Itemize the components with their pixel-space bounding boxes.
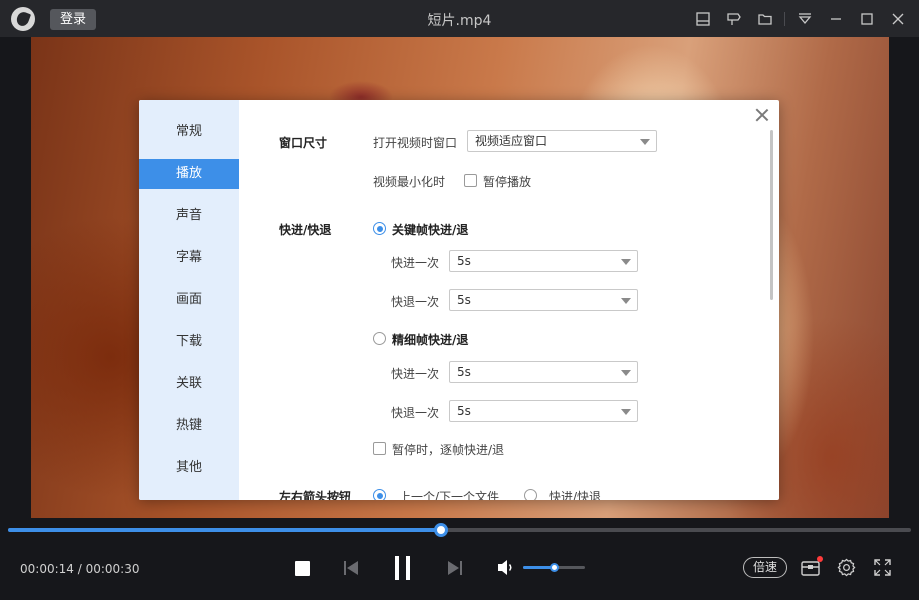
sidebar-item-hotkeys[interactable]: 热键 [139, 411, 239, 441]
fine-forward-step-label: 快进一次 [391, 365, 439, 382]
title-bar: 登录 短片.mp4 [0, 0, 919, 37]
fine-seek-radio[interactable] [373, 332, 386, 345]
menu-icon[interactable] [789, 8, 820, 30]
sidebar-item-download[interactable]: 下载 [139, 327, 239, 357]
chevron-down-icon [621, 370, 631, 376]
pause-button[interactable] [393, 555, 413, 581]
progress-handle[interactable] [434, 523, 448, 537]
fullscreen-icon [874, 559, 891, 576]
sidebar-item-general[interactable]: 常规 [139, 117, 239, 147]
time-separator: / [74, 562, 86, 576]
sidebar-item-association[interactable]: 关联 [139, 369, 239, 399]
progress-bar[interactable] [8, 528, 911, 532]
toolbox-button[interactable] [801, 559, 820, 576]
sidebar-item-playback[interactable]: 播放 [139, 159, 239, 189]
section-title-window-size: 窗口尺寸 [279, 134, 327, 151]
speed-button[interactable]: 倍速 [743, 557, 787, 578]
backward-step-label: 快退一次 [391, 293, 439, 310]
previous-icon [343, 560, 359, 576]
backward-step-value: 5s [457, 293, 471, 307]
notification-dot [817, 556, 823, 562]
arrow-seek-radio[interactable] [524, 489, 537, 500]
arrow-file-radio[interactable] [373, 489, 386, 500]
login-button[interactable]: 登录 [50, 9, 96, 30]
settings-dialog: 常规 播放 声音 字幕 画面 下载 关联 热键 其他 窗口尺寸 打开视频时窗口 … [139, 100, 779, 500]
time-display: 00:00:14 / 00:00:30 [20, 562, 139, 576]
chevron-down-icon [621, 298, 631, 304]
forward-step-label: 快进一次 [391, 254, 439, 271]
fine-forward-step-select[interactable]: 5s [449, 361, 638, 383]
paused-step-label: 暂停时，逐帧快进/退 [392, 441, 504, 458]
settings-scrollbar[interactable] [770, 130, 773, 300]
divider [784, 12, 785, 26]
folder-icon[interactable] [749, 8, 780, 30]
paused-step-checkbox[interactable] [373, 442, 386, 455]
pause-icon [393, 555, 413, 581]
next-button[interactable] [447, 560, 463, 576]
toolbox-icon [801, 559, 820, 576]
open-window-select[interactable]: 视频适应窗口 [467, 130, 657, 152]
close-icon[interactable] [882, 8, 913, 30]
fine-seek-label: 精细帧快进/退 [392, 331, 468, 348]
next-icon [447, 560, 463, 576]
section-title-arrow-keys: 左右箭头按钮 [279, 488, 351, 500]
sidebar-item-audio[interactable]: 声音 [139, 201, 239, 231]
open-window-value: 视频适应窗口 [475, 134, 547, 148]
pause-on-minimize-checkbox[interactable] [464, 174, 477, 187]
arrow-file-label: 上一个/下一个文件 [399, 488, 499, 500]
pause-on-minimize-label: 暂停播放 [483, 173, 531, 190]
pin-icon[interactable] [718, 8, 749, 30]
backward-step-select[interactable]: 5s [449, 289, 638, 311]
forward-step-select[interactable]: 5s [449, 250, 638, 272]
volume-button[interactable] [497, 559, 515, 576]
gear-icon [837, 558, 856, 577]
settings-button[interactable] [837, 558, 856, 577]
fine-forward-step-value: 5s [457, 365, 471, 379]
progress-fill [8, 528, 441, 532]
sidebar-item-picture[interactable]: 画面 [139, 285, 239, 315]
volume-slider[interactable] [523, 566, 585, 569]
fine-backward-step-label: 快退一次 [391, 404, 439, 421]
sidebar-item-other[interactable]: 其他 [139, 453, 239, 483]
minimize-icon[interactable] [820, 8, 851, 30]
minibar-icon[interactable] [687, 8, 718, 30]
total-time: 00:00:30 [86, 562, 140, 576]
stop-button[interactable] [295, 561, 310, 576]
settings-sidebar: 常规 播放 声音 字幕 画面 下载 关联 热键 其他 [139, 100, 239, 500]
open-window-label: 打开视频时窗口 [373, 134, 457, 151]
fine-backward-step-select[interactable]: 5s [449, 400, 638, 422]
volume-handle[interactable] [550, 563, 559, 572]
arrow-seek-label: 快进/快退 [549, 488, 601, 500]
app-logo-icon[interactable] [11, 7, 35, 31]
minimize-label: 视频最小化时 [373, 173, 445, 190]
previous-button[interactable] [343, 560, 359, 576]
sidebar-item-subtitle[interactable]: 字幕 [139, 243, 239, 273]
fullscreen-button[interactable] [874, 559, 891, 576]
settings-content: 窗口尺寸 打开视频时窗口 视频适应窗口 视频最小化时 暂停播放 快进/快退 关键… [239, 100, 779, 500]
current-time: 00:00:14 [20, 562, 74, 576]
volume-icon [497, 559, 515, 576]
maximize-icon[interactable] [851, 8, 882, 30]
keyframe-seek-label: 关键帧快进/退 [392, 221, 468, 238]
section-title-seek: 快进/快退 [279, 221, 331, 238]
keyframe-seek-radio[interactable] [373, 222, 386, 235]
fine-backward-step-value: 5s [457, 404, 471, 418]
window-controls [687, 8, 913, 30]
chevron-down-icon [640, 139, 650, 145]
chevron-down-icon [621, 409, 631, 415]
forward-step-value: 5s [457, 254, 471, 268]
chevron-down-icon [621, 259, 631, 265]
